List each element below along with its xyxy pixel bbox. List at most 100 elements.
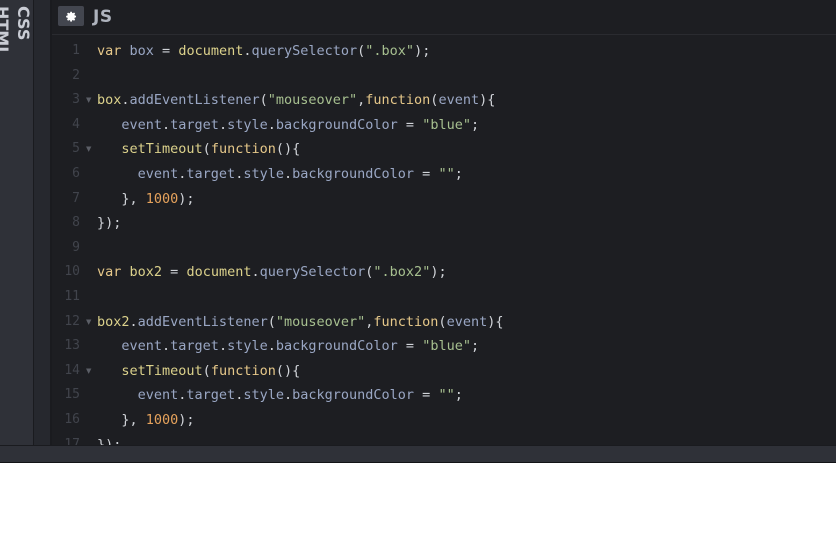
code-token: function <box>373 313 439 330</box>
code-token: = <box>397 116 423 133</box>
html-panel-tab[interactable]: HTML <box>0 0 16 445</box>
code-token: }, <box>121 190 146 207</box>
code-token: "blue" <box>422 338 471 355</box>
html-tab-label: HTML <box>0 6 12 57</box>
fold-toggle-icon[interactable]: ▼ <box>86 359 91 384</box>
code-token: "mouseover" <box>275 313 366 330</box>
code-token: ; <box>470 338 480 355</box>
code-line: event.target.style.backgroundColor = ""; <box>97 383 463 408</box>
code-token: . <box>218 116 228 133</box>
code-token: . <box>267 338 276 355</box>
line-number: 10 <box>64 264 80 280</box>
code-token: (){ <box>275 362 301 379</box>
code-token: . <box>283 387 293 404</box>
code-token: "mouseover" <box>267 92 358 109</box>
editor-title: JS <box>93 7 113 27</box>
line-number: 12 <box>64 313 80 329</box>
code-token: setTimeout <box>121 141 203 158</box>
code-token: event <box>121 116 163 133</box>
code-token: style <box>243 166 284 182</box>
code-token: ); <box>430 264 447 281</box>
code-token: . <box>129 313 138 330</box>
fold-toggle-icon[interactable]: ▼ <box>86 88 91 113</box>
code-token: backgroundColor <box>275 116 398 133</box>
code-token: ; <box>470 116 480 133</box>
line-number: 2 <box>72 67 80 83</box>
code-token: . <box>162 338 171 355</box>
collapsed-panel-tabs: HTML CSS <box>0 0 34 445</box>
code-token: backgroundColor <box>292 387 415 404</box>
line-number: 13 <box>64 338 80 354</box>
line-number: 16 <box>64 412 80 427</box>
code-token: function <box>210 362 276 379</box>
editor-bottom-bar[interactable] <box>0 445 836 462</box>
code-line: }, 1000); <box>97 187 194 212</box>
code-token: event <box>438 92 480 109</box>
code-token: addEventListener <box>137 313 268 330</box>
code-token: }); <box>97 215 122 232</box>
code-token: style <box>243 387 284 404</box>
code-token: = <box>414 166 439 182</box>
code-token: event <box>137 166 179 182</box>
code-token: ".box2" <box>373 264 431 281</box>
code-token: 1000 <box>145 412 179 428</box>
code-token: target <box>186 166 236 182</box>
code-token: . <box>121 92 130 109</box>
code-token: = <box>162 264 187 281</box>
code-token: ); <box>178 412 195 428</box>
code-area[interactable]: var box = document. querySelector ( ".box")… <box>97 35 836 445</box>
code-token: ){ <box>479 92 496 109</box>
code-line: setTimeout(function(){ <box>97 359 300 384</box>
code-token: ".box" <box>365 43 415 59</box>
code-token: var <box>97 264 122 281</box>
code-token: }); <box>97 436 122 445</box>
js-editor-header: JS <box>52 0 836 35</box>
divider <box>0 462 836 463</box>
code-token: ; <box>454 166 463 182</box>
code-token: box2 <box>129 264 163 281</box>
line-number: 15 <box>64 387 80 403</box>
code-token: target <box>186 387 236 404</box>
fold-toggle-icon[interactable]: ▼ <box>86 137 91 162</box>
fold-toggle-icon[interactable]: ▼ <box>86 310 91 335</box>
code-token: document <box>186 264 252 281</box>
code-token: ( <box>259 92 268 109</box>
line-number: 4 <box>72 116 80 132</box>
code-token: . <box>162 116 171 133</box>
code-token: "" <box>438 387 455 404</box>
code-line: }, 1000); <box>97 408 195 433</box>
gear-icon <box>65 11 76 22</box>
code-token: event <box>121 338 163 355</box>
css-panel-tab[interactable]: CSS <box>16 0 32 445</box>
line-number-gutter: 1 2 3 ▼ 4 5 ▼ 6 7 8 9 10 11 12 ▼ 13 14 ▼ 15 16 17 <box>52 35 97 445</box>
panel-resize-handle[interactable] <box>34 0 52 445</box>
code-token: ); <box>414 43 431 59</box>
code-token: . <box>283 166 293 182</box>
code-token: backgroundColor <box>275 338 398 355</box>
code-token: "blue" <box>422 116 471 133</box>
code-token: box <box>129 43 154 59</box>
code-token: ; <box>454 387 463 404</box>
code-line: var box = document.querySelector(".box")… <box>97 39 430 64</box>
code-token: ( <box>267 313 276 330</box>
code-token: querySelector <box>259 264 366 281</box>
code-line: box2.addEventListener("mouseover",functi… <box>97 310 503 335</box>
code-token: ( <box>438 313 447 330</box>
code-token: function <box>210 141 276 158</box>
code-token: event <box>137 387 179 404</box>
css-tab-label: CSS <box>16 6 32 41</box>
line-number: 11 <box>64 289 80 304</box>
code-token: box2 <box>97 313 130 330</box>
code-token: = <box>153 43 179 59</box>
code-token: var <box>97 43 122 59</box>
code-line: box.addEventListener("mouseover",functio… <box>97 88 495 113</box>
code-token: . <box>267 116 276 133</box>
editor-settings-button[interactable] <box>58 6 84 26</box>
